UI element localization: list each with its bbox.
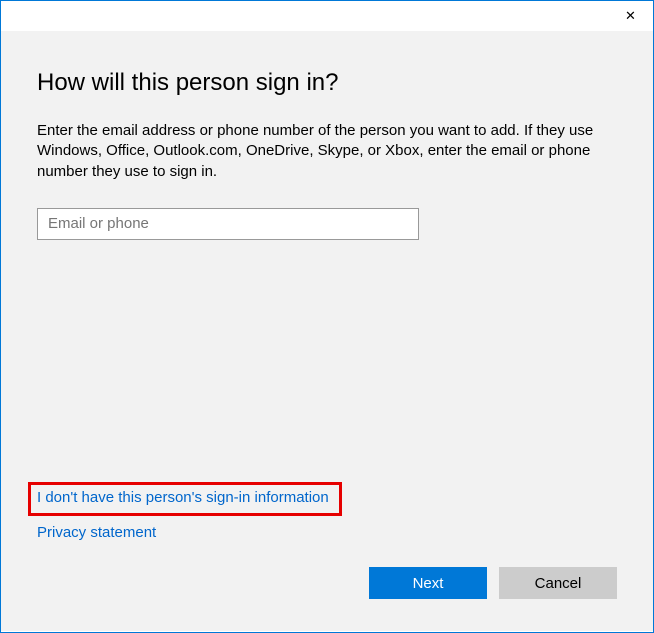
cancel-button[interactable]: Cancel (499, 567, 617, 599)
no-signin-info-link[interactable]: I don't have this person's sign-in infor… (37, 489, 329, 506)
bottom-links: I don't have this person's sign-in infor… (37, 482, 617, 541)
instruction-text: Enter the email address or phone number … (37, 121, 617, 182)
content-area: How will this person sign in? Enter the … (1, 31, 653, 631)
privacy-statement-link[interactable]: Privacy statement (37, 524, 156, 541)
close-icon: ✕ (625, 8, 636, 24)
highlight-annotation: I don't have this person's sign-in infor… (28, 482, 342, 516)
titlebar: ✕ (1, 1, 653, 31)
next-button[interactable]: Next (369, 567, 487, 599)
page-title: How will this person sign in? (37, 69, 617, 97)
dialog-window: ✕ How will this person sign in? Enter th… (0, 0, 654, 633)
button-row: Next Cancel (37, 567, 617, 599)
email-phone-input[interactable] (37, 208, 419, 240)
close-button[interactable]: ✕ (608, 1, 653, 31)
